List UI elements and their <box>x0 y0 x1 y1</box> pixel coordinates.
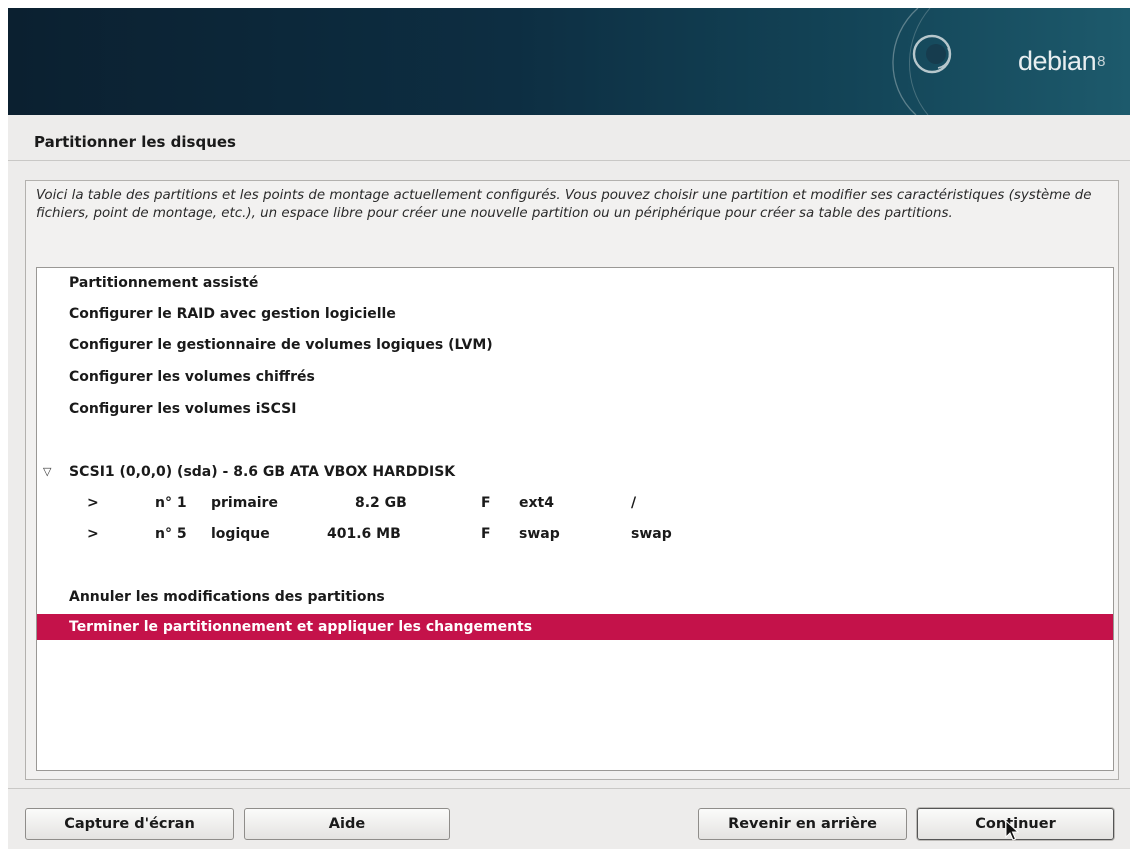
partition-type: primaire <box>211 495 278 511</box>
partition-number: n° 1 <box>155 495 187 511</box>
partition-arrow: > <box>87 526 99 542</box>
partition-flag: F <box>481 526 491 542</box>
description-text: Voici la table des partitions et les poi… <box>36 188 1092 221</box>
partition-number: n° 5 <box>155 526 187 542</box>
menu-item-label: Configurer les volumes iSCSI <box>69 401 297 417</box>
disk-row-sda[interactable]: ▽ SCSI1 (0,0,0) (sda) - 8.6 GB ATA VBOX … <box>37 459 1113 485</box>
menu-item-configure-encrypted[interactable]: Configurer les volumes chiffrés <box>37 364 1113 390</box>
divider <box>8 788 1130 789</box>
content-panel: Voici la table des partitions et les poi… <box>25 180 1119 780</box>
divider <box>8 160 1130 161</box>
menu-item-label: Partitionnement assisté <box>69 275 259 291</box>
menu-item-configure-lvm[interactable]: Configurer le gestionnaire de volumes lo… <box>37 332 1113 358</box>
menu-item-label: Configurer le RAID avec gestion logiciel… <box>69 306 396 322</box>
partition-filesystem: swap <box>519 526 560 542</box>
partition-type: logique <box>211 526 270 542</box>
menu-item-undo-changes[interactable]: Annuler les modifications des partitions <box>37 584 1113 610</box>
partition-arrow: > <box>87 495 99 511</box>
partition-list[interactable]: Partitionnement assisté Configurer le RA… <box>36 267 1114 771</box>
mouse-pointer-icon <box>1005 820 1019 841</box>
partition-row-1[interactable]: > n° 1 primaire 8.2 GB F ext4 / <box>37 490 1113 516</box>
partition-size: 401.6 MB <box>327 526 401 542</box>
expand-triangle-icon[interactable]: ▽ <box>43 459 51 485</box>
installer-window: debian8 Partitionner les disques Voici l… <box>8 8 1130 849</box>
menu-item-label: Terminer le partitionnement et appliquer… <box>69 619 533 635</box>
partition-flag: F <box>481 495 491 511</box>
disk-label: SCSI1 (0,0,0) (sda) - 8.6 GB ATA VBOX HA… <box>69 464 456 480</box>
menu-item-finish-partitioning[interactable]: Terminer le partitionnement et appliquer… <box>37 614 1113 640</box>
partition-mountpoint: swap <box>631 526 672 542</box>
debian-logo-text: debian8 <box>1018 46 1105 76</box>
partition-filesystem: ext4 <box>519 495 554 511</box>
menu-item-label: Annuler les modifications des partitions <box>69 589 385 605</box>
menu-item-configure-raid[interactable]: Configurer le RAID avec gestion logiciel… <box>37 301 1113 327</box>
menu-item-label: Configurer le gestionnaire de volumes lo… <box>69 337 493 353</box>
debian-banner: debian8 <box>8 8 1130 115</box>
back-button[interactable]: Revenir en arrière <box>698 808 907 840</box>
menu-item-label: Configurer les volumes chiffrés <box>69 369 315 385</box>
page-title: Partitionner les disques <box>34 133 236 151</box>
partition-mountpoint: / <box>631 495 637 511</box>
debian-swirl-icon <box>892 8 952 115</box>
partition-size: 8.2 GB <box>355 495 407 511</box>
menu-item-assisted-partitioning[interactable]: Partitionnement assisté <box>37 270 1113 296</box>
partition-row-5[interactable]: > n° 5 logique 401.6 MB F swap swap <box>37 521 1113 547</box>
help-button[interactable]: Aide <box>244 808 450 840</box>
screenshot-button[interactable]: Capture d'écran <box>25 808 234 840</box>
menu-item-configure-iscsi[interactable]: Configurer les volumes iSCSI <box>37 396 1113 422</box>
